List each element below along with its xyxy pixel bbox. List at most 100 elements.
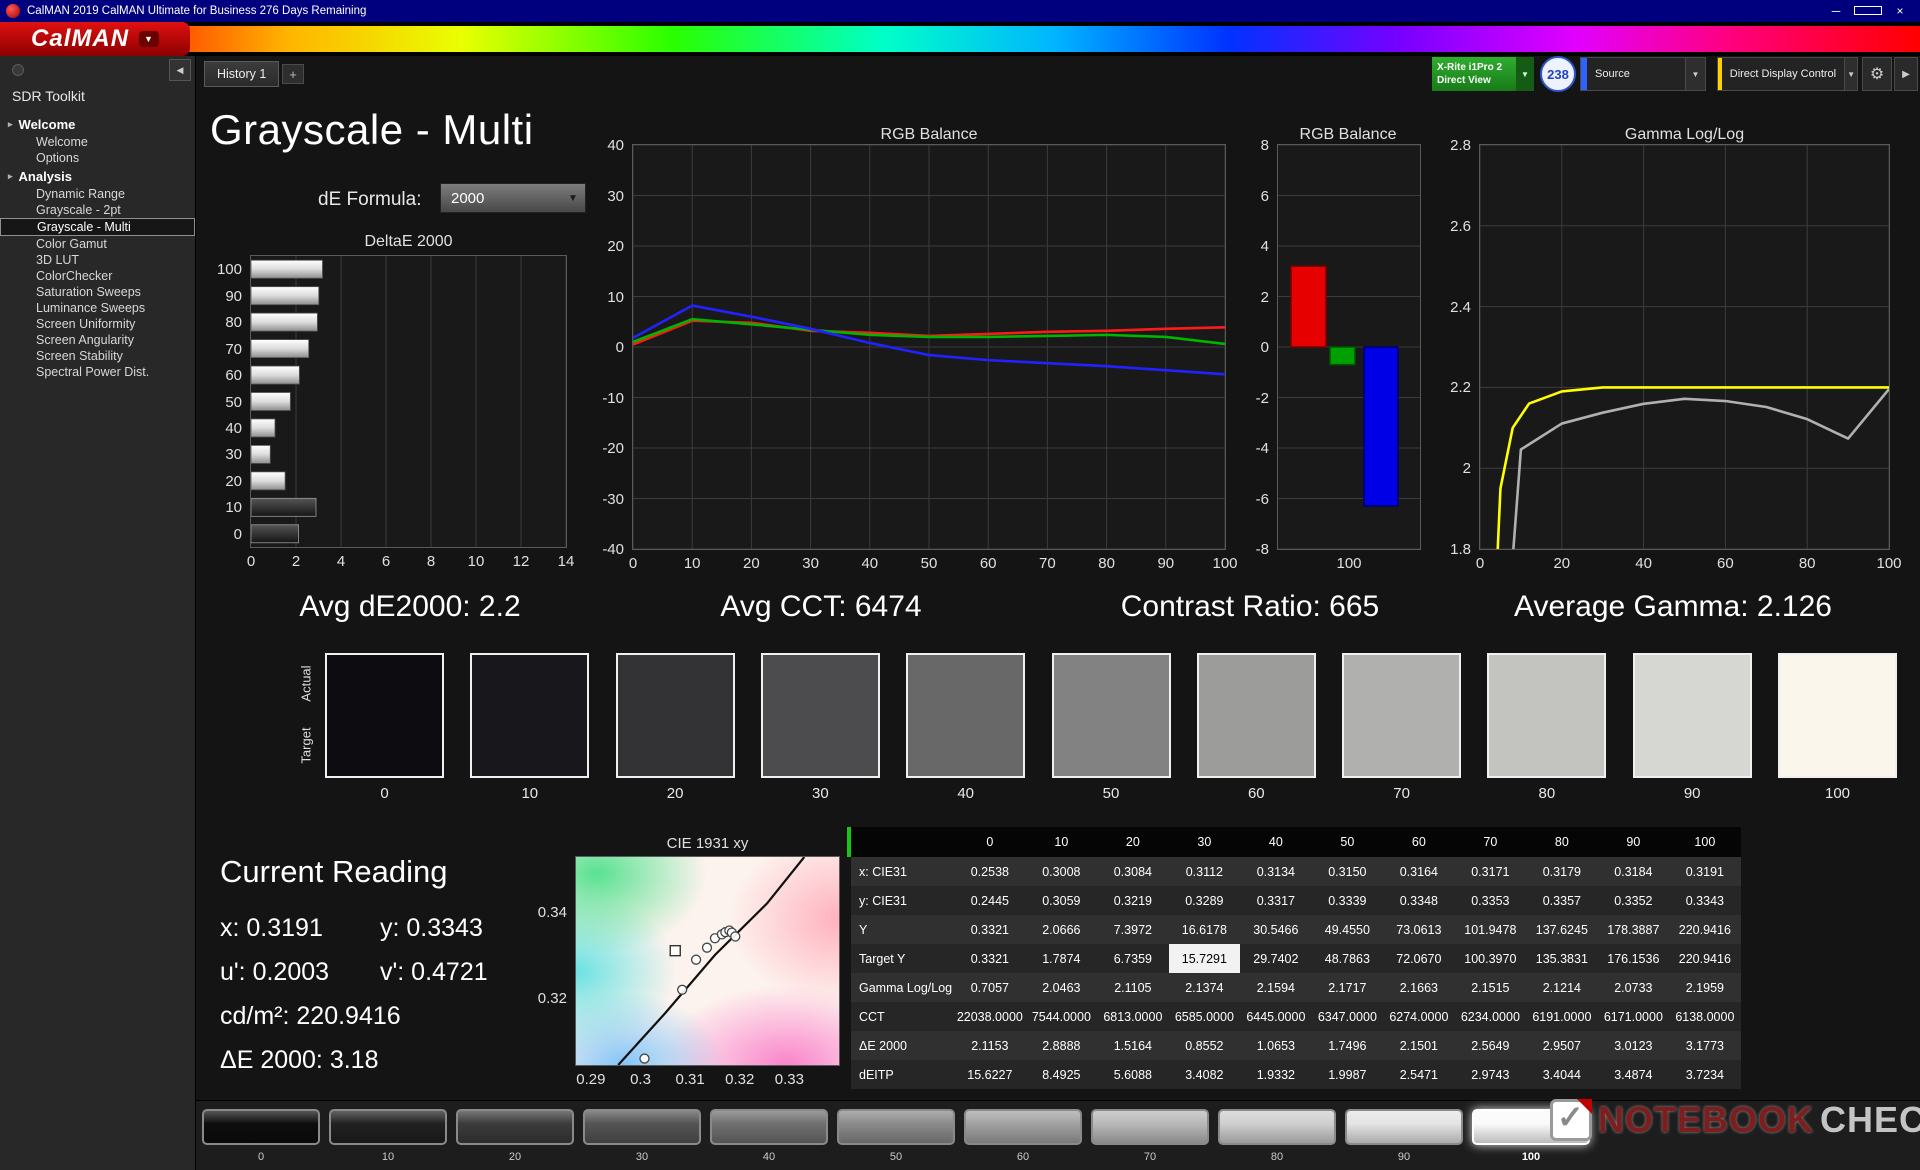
column-header: 30 [1168, 827, 1241, 857]
pattern-button-80[interactable] [1218, 1109, 1336, 1145]
sidebar-item-grayscale-multi[interactable]: Grayscale - Multi [0, 218, 195, 236]
rgbbar-plot [1278, 145, 1420, 549]
table-cell: 0.3219 [1113, 893, 1152, 908]
cie-xlabels: 0.29 0.3 0.31 0.32 0.33 [576, 1071, 839, 1091]
table-cell: 0.3289 [1185, 893, 1224, 908]
table-cell: 2.0733 [1614, 980, 1653, 995]
window-controls: ─ × [1822, 4, 1914, 18]
sidebar-item-screen-angularity[interactable]: Screen Angularity [0, 332, 195, 348]
swatch-level-label: 60 [1247, 785, 1265, 802]
calman-logo[interactable]: CalMAN ▼ [0, 22, 190, 56]
sidebar-item-spectral-power-dist-[interactable]: Spectral Power Dist. [0, 364, 195, 380]
maximize-icon [1854, 6, 1882, 15]
table-row: Target Y 0.3321 1.7874 6.7359 15.7291 29.7402… [851, 944, 1741, 973]
tab-history[interactable]: History 1 [204, 61, 280, 87]
pattern-button-10[interactable] [329, 1109, 447, 1145]
swatch-target [908, 715, 1024, 776]
grayscale-swatch [615, 653, 735, 778]
sidebar-item-dynamic-range[interactable]: Dynamic Range [0, 186, 195, 202]
table-accent [847, 827, 851, 857]
tick-label: 30 [802, 555, 819, 572]
pattern-button-30[interactable] [583, 1109, 701, 1145]
tick-label: -20 [602, 440, 624, 457]
sidebar-item-welcome[interactable]: Welcome [0, 134, 195, 150]
tick-label: 6 [1260, 187, 1269, 205]
tick-label: 0.32 [537, 989, 567, 1007]
tick-label: 40 [225, 419, 242, 437]
chevron-down-icon: ▼ [1685, 58, 1705, 90]
tick-label: 2.6 [1450, 217, 1471, 235]
add-tab-button[interactable]: + [282, 64, 304, 84]
tick-label: 80 [1798, 555, 1816, 572]
sidebar-item-colorchecker[interactable]: ColorChecker [0, 268, 195, 284]
sidebar-tree: ▸ Welcome Welcome Options ▸ Analysis Dynamic R… [0, 114, 195, 380]
sidebar-item-luminance-sweeps[interactable]: Luminance Sweeps [0, 300, 195, 316]
watermark-text-1: NOTEBOOK [1598, 1099, 1815, 1140]
sidebar-item-3d-lut[interactable]: 3D LUT [0, 252, 195, 268]
table-cell: 1.0653 [1256, 1038, 1295, 1053]
table-cell: 220.9416 [1678, 951, 1731, 966]
pattern-button-70[interactable] [1091, 1109, 1209, 1145]
column-header: 90 [1597, 827, 1670, 857]
maximize-button[interactable] [1854, 4, 1882, 18]
table-cell: 72.0670 [1396, 951, 1442, 966]
sidebar-item-color-gamut[interactable]: Color Gamut [0, 236, 195, 252]
notebookcheck-watermark: ✓ NOTEBOOK CHECK [1550, 1094, 1920, 1146]
grayscale-swatch [1051, 653, 1171, 778]
tick-label: 80 [1098, 555, 1115, 572]
gear-icon[interactable]: ⚙ [1862, 57, 1892, 91]
rgbbar-ylabels: 8 6 4 2 0 -2 -4 -6 -8 [1250, 137, 1274, 558]
de-formula-select[interactable]: 2000 ▼ [440, 183, 586, 213]
tick-label: 20 [225, 472, 242, 490]
table-cell: 2.1214 [1542, 980, 1581, 995]
swatch-actual [1489, 655, 1605, 716]
brand-name: CalMAN [31, 25, 130, 52]
measurement-table: 0 10 20 30 40 50 60 70 80 90 100 x: CIE31 0.2538 0.30… [851, 827, 1741, 1089]
grayscale-swatch [1196, 653, 1316, 778]
pattern-button-90[interactable] [1345, 1109, 1463, 1145]
table-cell: 6234.0000 [1460, 1009, 1520, 1024]
pattern-button-50[interactable] [837, 1109, 955, 1145]
pattern-button-40[interactable] [710, 1109, 828, 1145]
row-label: Target Y [859, 951, 906, 966]
minimize-button[interactable]: ─ [1822, 4, 1850, 18]
forward-arrow-icon[interactable]: ▶ [1894, 57, 1918, 91]
table-cell: 0.3171 [1471, 864, 1510, 879]
tick-label: 8 [1260, 137, 1269, 154]
cie-chart: CIE 1931 xy 0.34 0.32 0.29 0.3 0.31 0.32 0.33 [537, 835, 842, 1088]
close-button[interactable]: × [1886, 4, 1914, 18]
sidebar-item-grayscale-2pt[interactable]: Grayscale - 2pt [0, 202, 195, 218]
meter-dropdown[interactable]: X-Rite i1Pro 2 Direct View ▼ [1432, 57, 1534, 91]
table-cell: 0.3184 [1614, 864, 1653, 879]
table-cell: 178.3887 [1607, 922, 1660, 937]
page-title: Grayscale - Multi [210, 106, 534, 153]
table-cell: 2.9743 [1471, 1067, 1510, 1082]
pattern-button-60[interactable] [964, 1109, 1082, 1145]
row-label: ΔE 2000 [859, 1038, 907, 1053]
table-cell: 2.1515 [1471, 980, 1510, 995]
pattern-button-20[interactable] [456, 1109, 574, 1145]
sidebar-item-saturation-sweeps[interactable]: Saturation Sweeps [0, 284, 195, 300]
table-row: y: CIE31 0.2445 0.3059 0.3219 0.3289 0.3317 0.… [851, 886, 1741, 915]
sidebar-item-screen-stability[interactable]: Screen Stability [0, 348, 195, 364]
table-cell: 1.9332 [1256, 1067, 1295, 1082]
tick-label: 10 [607, 288, 624, 306]
sidebar-collapse-button[interactable]: ◀ [169, 59, 191, 81]
table-cell: 7.3972 [1113, 922, 1152, 937]
table-cell: 3.0123 [1614, 1038, 1653, 1053]
table-header-row: 0 10 20 30 40 50 60 70 80 90 100 [851, 827, 1741, 857]
workflow-dot-icon[interactable] [12, 64, 24, 76]
sidebar-section: ▸ Analysis [0, 166, 195, 186]
source-dropdown[interactable]: Source ▼ [1580, 57, 1706, 91]
pattern-button-0[interactable] [202, 1109, 320, 1145]
table-cell: 0.2445 [970, 893, 1009, 908]
table-cell: 2.1501 [1399, 1038, 1438, 1053]
reading-y: y: 0.3343 [380, 914, 483, 942]
table-row: ΔE 2000 2.1153 2.8888 1.5164 0.8552 1.0653 1.7… [851, 1031, 1741, 1060]
tick-label: 50 [225, 393, 242, 411]
sidebar-title: SDR Toolkit [12, 88, 85, 104]
display-control-dropdown[interactable]: Direct Display Control ▼ [1717, 57, 1858, 91]
de-formula-label: dE Formula: [318, 189, 422, 210]
sidebar-item-options[interactable]: Options [0, 150, 195, 166]
sidebar-item-screen-uniformity[interactable]: Screen Uniformity [0, 316, 195, 332]
